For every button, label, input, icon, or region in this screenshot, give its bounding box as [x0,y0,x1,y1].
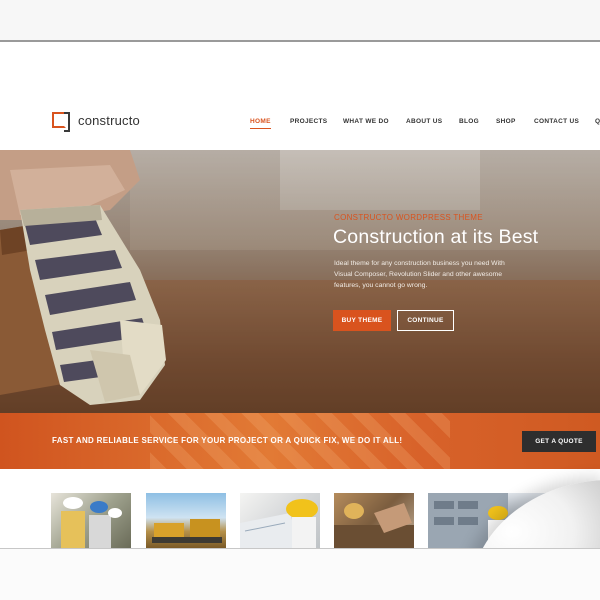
brand-name: constructo [78,112,140,128]
project-thumbnail-tools[interactable] [334,493,414,548]
hero-description: Ideal theme for any construction busines… [334,260,505,289]
get-a-quote-button[interactable]: GET A QUOTE [522,431,596,452]
worker-glove-image [0,150,166,405]
nav-blog[interactable]: BLOG [459,118,479,125]
nav-search-partial[interactable]: Q [595,118,600,125]
nav-shop[interactable]: SHOP [496,118,516,125]
bulldozer-image [152,519,222,543]
logo-bracket-icon [52,112,70,132]
blueprint-hardhat-image [240,499,318,548]
bottom-strip [0,548,600,600]
project-thumbnail-blueprints[interactable] [240,493,320,548]
nav-contact-us[interactable]: CONTACT US [534,118,579,125]
top-strip [0,0,600,40]
nav-home[interactable]: HOME [250,118,271,129]
continue-button[interactable]: CONTINUE [397,310,454,331]
project-thumbnail-machinery[interactable] [146,493,226,548]
cta-text: FAST AND RELIABLE SERVICE FOR YOUR PROJE… [52,436,403,445]
hero-title: Construction at its Best [333,226,539,248]
buy-theme-button[interactable]: BUY THEME [333,310,391,331]
hands-tools-image [334,503,414,548]
project-thumbnail-workers[interactable] [51,493,131,548]
nav-about-us[interactable]: ABOUT US [406,118,442,125]
site-logo[interactable]: constructo [52,112,140,132]
hero-eyebrow: CONSTRUCTO WORDPRESS THEME [334,213,483,222]
workers-hardhat-image [61,497,122,548]
nav-what-we-do[interactable]: WHAT WE DO [343,118,389,125]
nav-projects[interactable]: PROJECTS [290,118,327,125]
bottom-divider [0,548,600,549]
